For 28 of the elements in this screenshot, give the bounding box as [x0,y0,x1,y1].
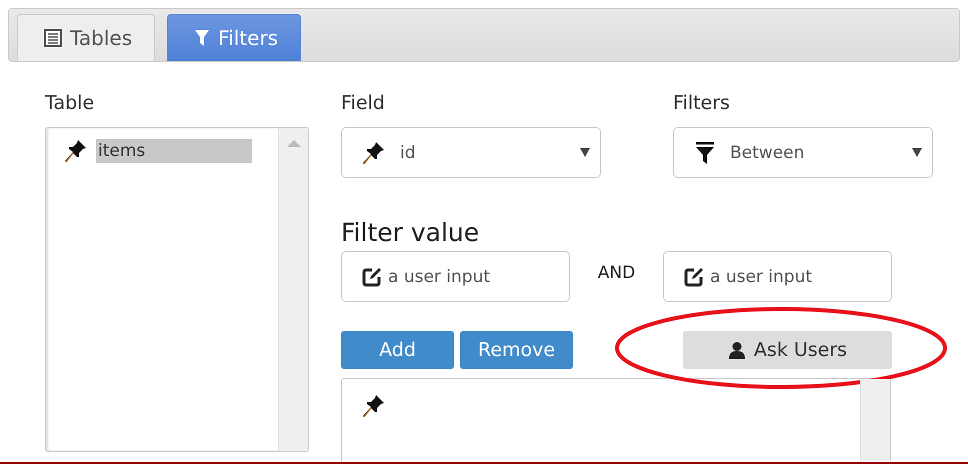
filter-value-label: Filter value [341,218,480,246]
and-label: AND [596,262,636,282]
input-field[interactable]: a user input [663,251,892,302]
pin-icon [362,393,386,419]
action-button[interactable]: Remove [460,331,574,369]
caret-icon [912,148,922,157]
table-icon [44,29,62,47]
edit-icon [361,266,383,288]
input-field[interactable]: a user input [341,251,570,302]
table-label: Table [45,92,96,116]
scrollbar[interactable] [278,128,308,451]
scrollbar[interactable] [860,379,890,462]
field-label: Filters [673,92,731,116]
table-list[interactable]: items [45,127,309,452]
pin-icon [64,138,88,164]
ask-users-button[interactable]: Ask Users [683,331,892,369]
funnel-icon [694,140,716,164]
dropdown[interactable]: id [341,127,601,178]
caret-icon [580,148,590,157]
funnel-icon [194,29,210,47]
action-button[interactable]: Add [341,331,454,369]
tab[interactable]: Tables [17,14,156,61]
user-icon [728,341,746,359]
field-label: Field [341,92,386,116]
edit-icon [683,266,705,288]
list-item[interactable]: items [96,139,252,163]
dropdown[interactable]: Between [673,127,933,178]
pin-icon [362,140,386,166]
